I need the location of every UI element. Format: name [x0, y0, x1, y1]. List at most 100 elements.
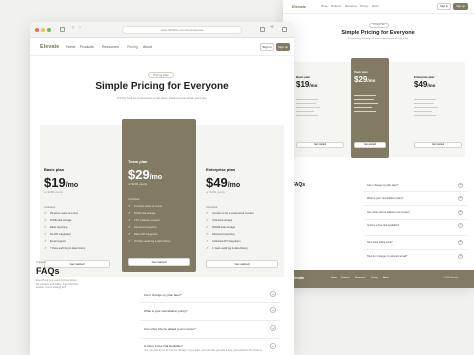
includes-label: Includes:: [206, 205, 219, 209]
right-enterprise-features: [414, 99, 442, 122]
share-icon[interactable]: [260, 27, 265, 32]
right-basic-features: [296, 99, 324, 122]
nav-about[interactable]: About: [143, 45, 152, 49]
plus-icon[interactable]: +: [458, 240, 463, 245]
right-faq-row[interactable]: Is there a free trial available? −: [363, 220, 467, 236]
check-icon: ✓: [44, 239, 47, 243]
plan-feature: Basic API integration: [134, 233, 158, 236]
footer-link[interactable]: About: [383, 277, 389, 279]
chevron-right-icon[interactable]: ›: [79, 25, 81, 31]
plus-icon[interactable]: +: [458, 254, 463, 259]
check-icon: ✓: [44, 211, 47, 215]
plan-feature: Email support: [50, 240, 66, 243]
plus-icon[interactable]: +: [270, 325, 276, 331]
plan-feature: 24/7 customer support: [134, 219, 160, 222]
plus-icon[interactable]: +: [270, 24, 274, 31]
plus-icon[interactable]: −: [458, 223, 463, 228]
footer-link[interactable]: Products: [341, 277, 350, 279]
plan-name: Team plan: [128, 159, 148, 164]
faq-answer: Yes, you can try us for free for 30 days…: [144, 349, 262, 352]
signin-button[interactable]: Sign in: [260, 43, 274, 51]
team-get-started-button[interactable]: Get started: [128, 258, 190, 266]
logo[interactable]: Elevate: [40, 44, 59, 50]
faq-row-expanded[interactable]: Is there a free trial available? − Yes, …: [140, 339, 280, 355]
right-enterprise-cta[interactable]: Get started: [414, 142, 462, 148]
plan-price: $49/mo: [206, 175, 241, 190]
plus-icon[interactable]: +: [458, 210, 463, 215]
nav-resources[interactable]: Resources: [102, 45, 119, 49]
footer-link[interactable]: Home: [331, 277, 337, 279]
nav-products[interactable]: Products: [80, 45, 94, 49]
plus-icon[interactable]: +: [458, 196, 463, 201]
check-icon: ✓: [206, 246, 209, 250]
maximize-dot[interactable]: [47, 28, 51, 32]
right-page-subtitle: Pricing built for businesses of all size…: [347, 38, 409, 40]
right-nav-home[interactable]: Home: [321, 5, 328, 8]
check-icon: ✓: [128, 225, 131, 229]
right-page-title: Simple Pricing for Everyone: [341, 30, 415, 36]
right-faq-row[interactable]: How does billing work? +: [363, 236, 467, 250]
plan-card-basic: Basic plan $19/mo or $199 yearly Include…: [44, 125, 116, 277]
right-pricing-pill: Pricing Plan: [369, 23, 389, 28]
tabs-icon[interactable]: [282, 27, 287, 32]
check-icon: ✓: [128, 239, 131, 243]
right-plan-price-team: $29/mo: [354, 75, 376, 84]
plan-price: $29/mo: [128, 167, 163, 182]
chevron-left-icon[interactable]: ‹: [72, 25, 74, 31]
right-signin-button[interactable]: Sign in: [437, 3, 451, 10]
right-team-features: [354, 95, 382, 118]
right-faq-question: How does billing work?: [367, 241, 393, 244]
right-plan-name-team: Team plan: [354, 70, 368, 74]
right-plan-name-basic: Basic plan: [296, 75, 310, 79]
plan-yearly: or $199 yearly: [44, 190, 64, 194]
faq-row[interactable]: Can other info be added to an invoice? +: [140, 321, 280, 339]
plan-card-team: Team plan $29/mo or $299 yearly Includes…: [122, 119, 196, 272]
plan-feature: 500GB total storage: [212, 226, 236, 229]
check-icon: ✓: [206, 239, 209, 243]
plan-yearly: or $499 yearly: [206, 190, 226, 194]
enterprise-get-started-button[interactable]: Get started: [206, 260, 278, 268]
check-icon: ✓: [206, 225, 209, 229]
minimize-dot[interactable]: [41, 28, 45, 32]
right-faq-row[interactable]: How do I change my account email? +: [363, 250, 467, 264]
sidebar-toggle-icon[interactable]: [60, 27, 65, 32]
nav-home[interactable]: Home: [66, 45, 75, 49]
right-team-cta[interactable]: Get started: [354, 142, 386, 148]
right-plan-price-enterprise: $49/mo: [414, 80, 436, 89]
check-icon: ✓: [128, 204, 131, 208]
right-faq-row[interactable]: What is your cancellation policy? +: [363, 192, 467, 206]
nav-pricing[interactable]: Pricing: [127, 45, 138, 49]
plan-feature: 10GB total storage: [50, 219, 72, 222]
right-basic-cta[interactable]: Get started: [296, 142, 344, 148]
right-faq-question: Can other info be added to an invoice?: [367, 211, 410, 214]
right-faq-row[interactable]: Can I change my plan later? +: [363, 180, 467, 192]
footer-link[interactable]: Resources: [355, 277, 365, 279]
right-nav: Elevate Home Products Resources Pricing …: [283, 0, 474, 14]
right-nav-pricing[interactable]: Pricing: [360, 5, 368, 8]
url-bar[interactable]: www.dribbble.com/shots/elevate: [122, 26, 242, 34]
faq-row[interactable]: What is your cancellation policy? +: [140, 303, 280, 321]
plus-icon[interactable]: +: [270, 291, 276, 297]
signup-button[interactable]: Sign up: [276, 43, 290, 51]
right-nav-about[interactable]: About: [372, 5, 379, 8]
right-faq-row[interactable]: Can other info be added to an invoice? +: [363, 206, 467, 220]
close-dot[interactable]: [35, 28, 39, 32]
right-signup-button[interactable]: Sign up: [453, 3, 468, 10]
check-icon: ✓: [44, 225, 47, 229]
right-page-preview: Elevate Home Products Resources Pricing …: [283, 0, 474, 288]
minus-icon[interactable]: −: [270, 343, 276, 349]
faq-row[interactable]: Can I change my plan later? +: [140, 287, 280, 303]
right-nav-products[interactable]: Products: [331, 5, 341, 8]
footer-link[interactable]: Pricing: [371, 277, 378, 279]
faq-question: Can I change my plan later?: [144, 293, 182, 297]
page-title: Simple Pricing for Everyone: [95, 81, 229, 92]
footer-copyright: © 2024 Elevate: [443, 277, 458, 279]
right-nav-resources[interactable]: Resources: [345, 5, 357, 8]
plan-feature: No API integration: [50, 233, 71, 236]
plan-feature: 1 Years audit log & data history: [212, 247, 248, 250]
right-logo: Elevate: [292, 4, 307, 9]
plus-icon[interactable]: +: [458, 183, 463, 188]
right-faq-question: How do I change my account email?: [367, 255, 408, 258]
plan-feature: 50GB total storage: [134, 212, 156, 215]
plus-icon[interactable]: +: [270, 307, 276, 313]
